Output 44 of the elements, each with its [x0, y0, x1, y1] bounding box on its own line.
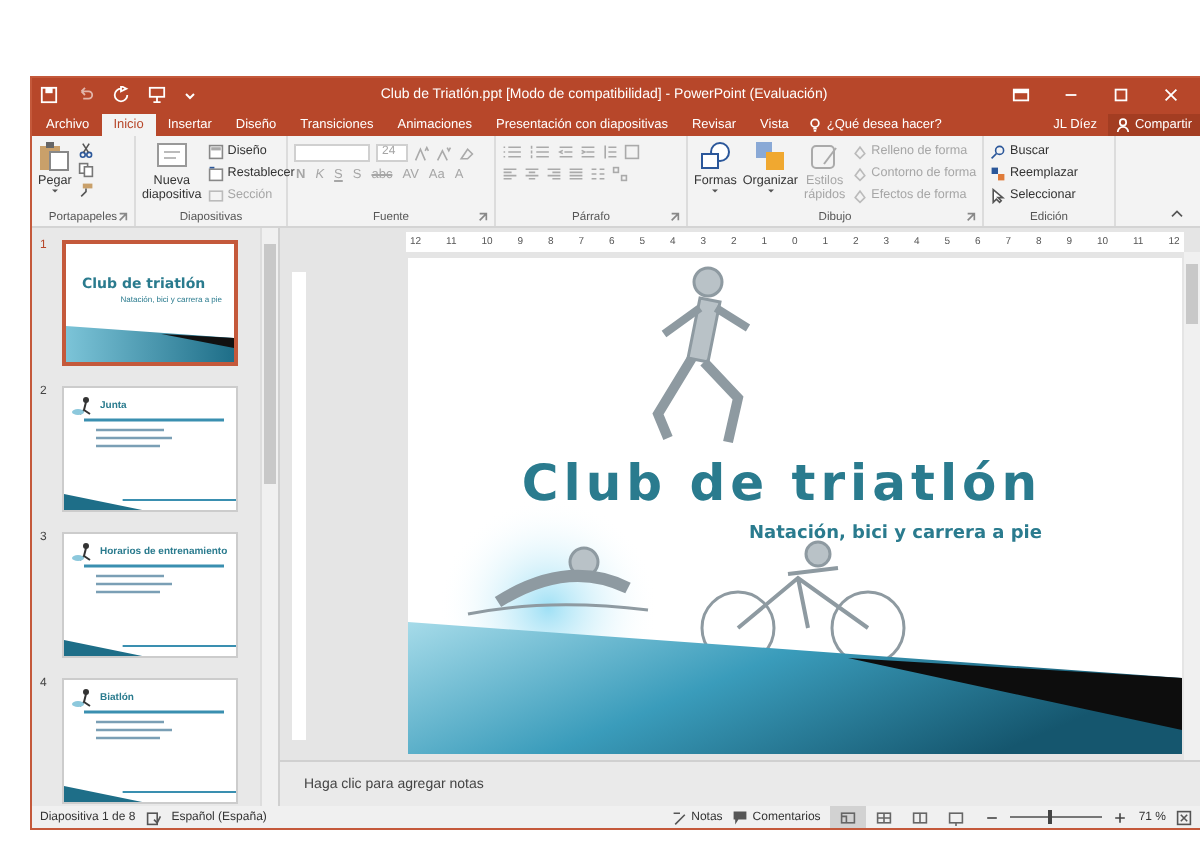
scrollbar[interactable]: [1184, 252, 1200, 760]
close-icon[interactable]: [1162, 86, 1180, 104]
zoom-in-icon[interactable]: [1112, 809, 1129, 825]
scissors-icon[interactable]: [77, 142, 94, 158]
maximize-icon[interactable]: [1112, 86, 1130, 104]
copy-icon[interactable]: [77, 162, 94, 178]
caret-icon: [710, 188, 721, 194]
lightbulb-icon: [808, 118, 823, 132]
caret-icon: [49, 188, 60, 194]
runner-icon: [72, 542, 96, 562]
fit-to-window-icon[interactable]: [1176, 809, 1192, 825]
customize-caret-icon[interactable]: [184, 89, 196, 101]
view-icon: [912, 809, 929, 825]
layout-icon: [207, 143, 224, 159]
cursor-icon: [990, 187, 1006, 203]
arrange-icon: [754, 140, 787, 172]
undo-icon[interactable]: [76, 86, 94, 104]
spelling-icon[interactable]: [145, 809, 162, 825]
view-button[interactable]: [830, 806, 867, 828]
redo-icon[interactable]: [112, 86, 130, 104]
scrollbar[interactable]: [260, 228, 278, 806]
replace-icon: [990, 165, 1006, 181]
notes-icon: [671, 809, 688, 825]
save-icon[interactable]: [40, 86, 58, 104]
view-icon: [840, 809, 857, 825]
slide-subtitle: Natación, bici y carrera a pie: [749, 524, 1042, 544]
runner-icon: [72, 688, 96, 708]
collapse-ribbon-icon[interactable]: [1170, 208, 1184, 218]
view-icon: [948, 809, 965, 825]
quick-styles-icon: [808, 140, 841, 172]
runner-icon: [72, 396, 96, 416]
dialog-launcher-icon[interactable]: [118, 212, 128, 222]
section-icon: [207, 187, 224, 203]
comment-icon: [732, 809, 749, 825]
search-icon: [990, 143, 1006, 159]
view-icon: [876, 809, 893, 825]
dialog-launcher-icon[interactable]: [966, 212, 976, 222]
caret-icon: [765, 188, 776, 194]
format-painter-icon[interactable]: [77, 182, 94, 198]
slide-title: Club de triatlón: [521, 454, 1042, 512]
person-icon: [1116, 118, 1131, 132]
ribbon-display-icon[interactable]: [1012, 86, 1030, 104]
reset-icon: [207, 165, 224, 181]
slideshow-icon[interactable]: [148, 86, 166, 104]
